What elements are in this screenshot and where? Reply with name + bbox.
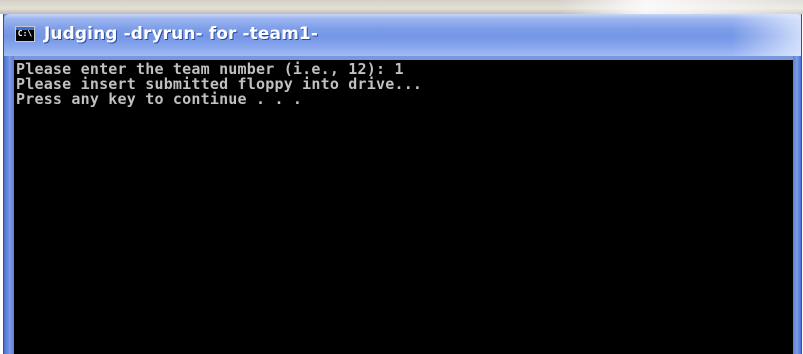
screen: C:\ Judging -dryrun- for -team1- Please … xyxy=(0,0,803,354)
background-window-strip xyxy=(0,0,803,14)
console-line-3: Press any key to continue . . . xyxy=(16,90,303,108)
console-window[interactable]: C:\ Judging -dryrun- for -team1- Please … xyxy=(3,14,802,354)
window-frame-left xyxy=(4,56,14,354)
window-frame-right xyxy=(793,56,801,354)
console-lines: Please enter the team number (i.e., 12):… xyxy=(16,62,422,107)
cmd-console-icon[interactable]: C:\ xyxy=(15,26,35,42)
cmd-icon-glyph: C:\ xyxy=(17,29,33,38)
title-bar[interactable]: C:\ Judging -dryrun- for -team1- xyxy=(4,14,801,56)
window-title: Judging -dryrun- for -team1- xyxy=(44,24,318,44)
console-output-area[interactable]: Please enter the team number (i.e., 12):… xyxy=(14,60,793,354)
